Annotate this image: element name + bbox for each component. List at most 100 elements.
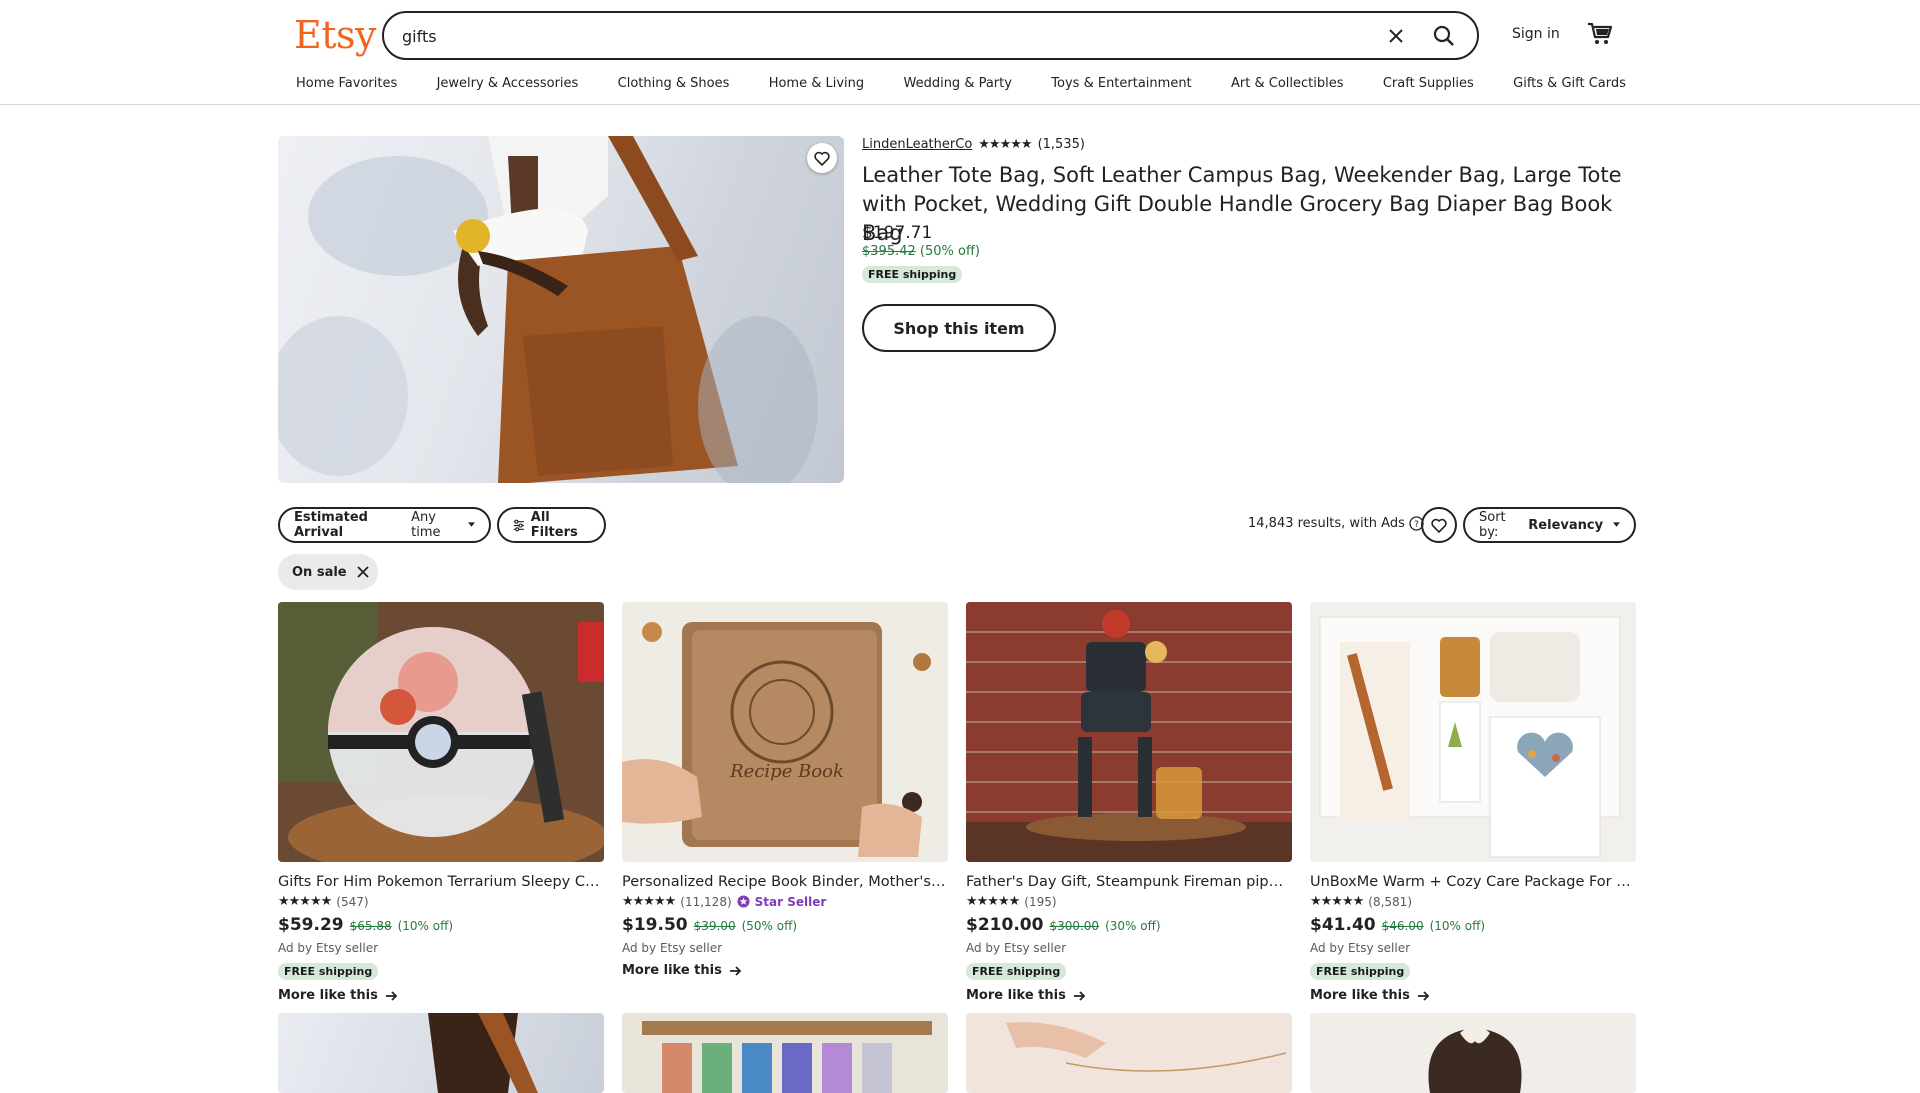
all-filters-button[interactable]: All Filters xyxy=(497,507,606,543)
listing-card[interactable]: Gifts For Him Pokemon Terrarium Sleepy C… xyxy=(278,602,604,1003)
results-text: 14,843 results, with Ads xyxy=(1248,516,1405,531)
search-bar xyxy=(382,11,1479,60)
more-like-this-link[interactable]: More like this xyxy=(622,963,948,978)
star-seller-badge: Star Seller xyxy=(754,894,827,909)
more-like-this-link[interactable]: More like this xyxy=(278,988,604,1003)
listing-original-price: $65.88 xyxy=(349,919,392,933)
search-input[interactable] xyxy=(402,23,1302,49)
listing-photo xyxy=(966,602,1292,862)
listing-title[interactable]: UnBoxMe Warm + Cozy Care Package For Her… xyxy=(1310,874,1636,890)
nav-art-collectibles[interactable]: Art & Collectibles xyxy=(1231,76,1343,91)
listing-photo xyxy=(1310,602,1636,862)
listing-photo xyxy=(278,602,604,862)
listing-original-price: $46.00 xyxy=(1381,919,1424,933)
listing-card[interactable]: Recipe Book Personalized Recipe Book Bin… xyxy=(622,602,948,978)
save-search-heart-button[interactable] xyxy=(1421,507,1457,543)
svg-text:Recipe Book: Recipe Book xyxy=(729,761,844,782)
arrival-value: Any time xyxy=(411,510,441,540)
ad-label: Ad by Etsy seller xyxy=(278,941,379,955)
more-like-this-label: More like this xyxy=(278,988,378,1003)
ad-label: Ad by Etsy seller xyxy=(966,941,1067,955)
nav-clothing-shoes[interactable]: Clothing & Shoes xyxy=(618,76,730,91)
listing-title[interactable]: Father's Day Gift, Steampunk Fireman pip… xyxy=(966,874,1292,890)
shop-this-item-button[interactable]: Shop this item xyxy=(862,304,1056,352)
listing-image[interactable]: Recipe Book xyxy=(622,602,948,862)
listing-rating: ★★★★★ (11,128) Star Seller xyxy=(622,894,948,909)
listing-title[interactable]: Personalized Recipe Book Binder, Mother'… xyxy=(622,874,948,890)
active-filter-chip-on-sale[interactable]: On sale xyxy=(278,554,378,590)
all-filters-label: All Filters xyxy=(530,510,578,540)
listing-rating: ★★★★★ (195) xyxy=(966,894,1292,909)
ad-label: Ad by Etsy seller xyxy=(622,941,723,955)
listing-discount: (10% off) xyxy=(1429,919,1486,933)
listing-image-partial[interactable] xyxy=(278,1013,604,1093)
sign-in-link[interactable]: Sign in xyxy=(1512,26,1560,42)
listing-stars: ★★★★★ xyxy=(622,894,676,909)
nav-craft-supplies[interactable]: Craft Supplies xyxy=(1383,76,1474,91)
site-header: Etsy Sign in Home Favorites Jewelry & Ac… xyxy=(0,0,1920,105)
listing-stars: ★★★★★ xyxy=(1310,894,1364,909)
hero-original-price: $395.42 xyxy=(862,244,916,259)
listing-price: $19.50 xyxy=(622,915,688,935)
hero-product-image[interactable] xyxy=(278,136,844,483)
free-shipping-badge: FREE shipping xyxy=(1310,963,1411,980)
filter-sliders-icon xyxy=(513,519,524,531)
listing-review-count: (11,128) xyxy=(680,894,732,909)
listing-price-row: $19.50 $39.00 (50% off) xyxy=(622,915,948,935)
search-icon[interactable] xyxy=(1430,22,1458,50)
nav-wedding-party[interactable]: Wedding & Party xyxy=(903,76,1011,91)
listing-image-partial[interactable] xyxy=(966,1013,1292,1093)
listing-image-partial[interactable] xyxy=(1310,1013,1636,1093)
more-like-this-link[interactable]: More like this xyxy=(966,988,1292,1003)
free-shipping-badge: FREE shipping xyxy=(278,963,379,980)
hero-price: $197.71 xyxy=(862,223,933,243)
listing-image[interactable] xyxy=(1310,602,1636,862)
listing-image[interactable] xyxy=(966,602,1292,862)
listing-title[interactable]: Gifts For Him Pokemon Terrarium Sleepy C… xyxy=(278,874,604,890)
favorite-heart-button[interactable] xyxy=(807,143,837,173)
listing-review-count: (195) xyxy=(1024,894,1057,909)
category-nav: Home Favorites Jewelry & Accessories Clo… xyxy=(296,76,1626,91)
listing-rating: ★★★★★ (547) xyxy=(278,894,604,909)
arrow-right-icon xyxy=(385,990,398,1001)
nav-jewelry-accessories[interactable]: Jewelry & Accessories xyxy=(437,76,579,91)
etsy-logo[interactable]: Etsy xyxy=(294,13,376,57)
nav-home-favorites[interactable]: Home Favorites xyxy=(296,76,397,91)
star-seller-icon xyxy=(737,895,750,908)
listing-photo: Recipe Book xyxy=(622,602,948,862)
listing-review-count: (547) xyxy=(336,894,369,909)
estimated-arrival-dropdown[interactable]: Estimated Arrival Any time xyxy=(278,507,491,543)
nav-home-living[interactable]: Home & Living xyxy=(769,76,864,91)
listing-photo xyxy=(428,1013,538,1093)
nav-toys-entertainment[interactable]: Toys & Entertainment xyxy=(1051,76,1191,91)
listing-stars: ★★★★★ xyxy=(966,894,1020,909)
svg-text:?: ? xyxy=(1414,520,1419,530)
listing-card[interactable]: UnBoxMe Warm + Cozy Care Package For Her… xyxy=(1310,602,1636,1003)
listing-image-partial[interactable] xyxy=(622,1013,948,1093)
arrival-label: Estimated Arrival xyxy=(294,510,368,540)
sort-by-dropdown[interactable]: Sort by: Relevancy xyxy=(1463,507,1636,543)
results-count: 14,843 results, with Ads ? xyxy=(1248,516,1424,531)
close-icon[interactable] xyxy=(356,566,369,578)
hero-photo xyxy=(278,136,818,483)
nav-gifts-gift-cards[interactable]: Gifts & Gift Cards xyxy=(1513,76,1626,91)
hero-shipping-row: FREE shipping xyxy=(862,263,963,283)
listing-image[interactable] xyxy=(278,602,604,862)
cart-icon[interactable] xyxy=(1585,20,1615,48)
heart-icon xyxy=(814,151,830,166)
listing-review-count: (8,581) xyxy=(1368,894,1412,909)
more-like-this-label: More like this xyxy=(1310,988,1410,1003)
caret-down-icon xyxy=(468,522,475,527)
clear-search-icon[interactable] xyxy=(1385,25,1407,47)
listing-card[interactable]: Father's Day Gift, Steampunk Fireman pip… xyxy=(966,602,1292,1003)
more-like-this-link[interactable]: More like this xyxy=(1310,988,1636,1003)
hero-seller-line: LindenLeatherCo ★★★★★ (1,535) xyxy=(862,137,1085,152)
arrow-right-icon xyxy=(1417,990,1430,1001)
hero-title[interactable]: Leather Tote Bag, Soft Leather Campus Ba… xyxy=(862,161,1622,248)
listing-price: $210.00 xyxy=(966,915,1044,935)
hero-seller-name[interactable]: LindenLeatherCo xyxy=(862,137,972,152)
listing-stars: ★★★★★ xyxy=(278,894,332,909)
listing-discount: (50% off) xyxy=(741,919,798,933)
listing-original-price: $39.00 xyxy=(693,919,736,933)
arrow-right-icon xyxy=(1073,990,1086,1001)
